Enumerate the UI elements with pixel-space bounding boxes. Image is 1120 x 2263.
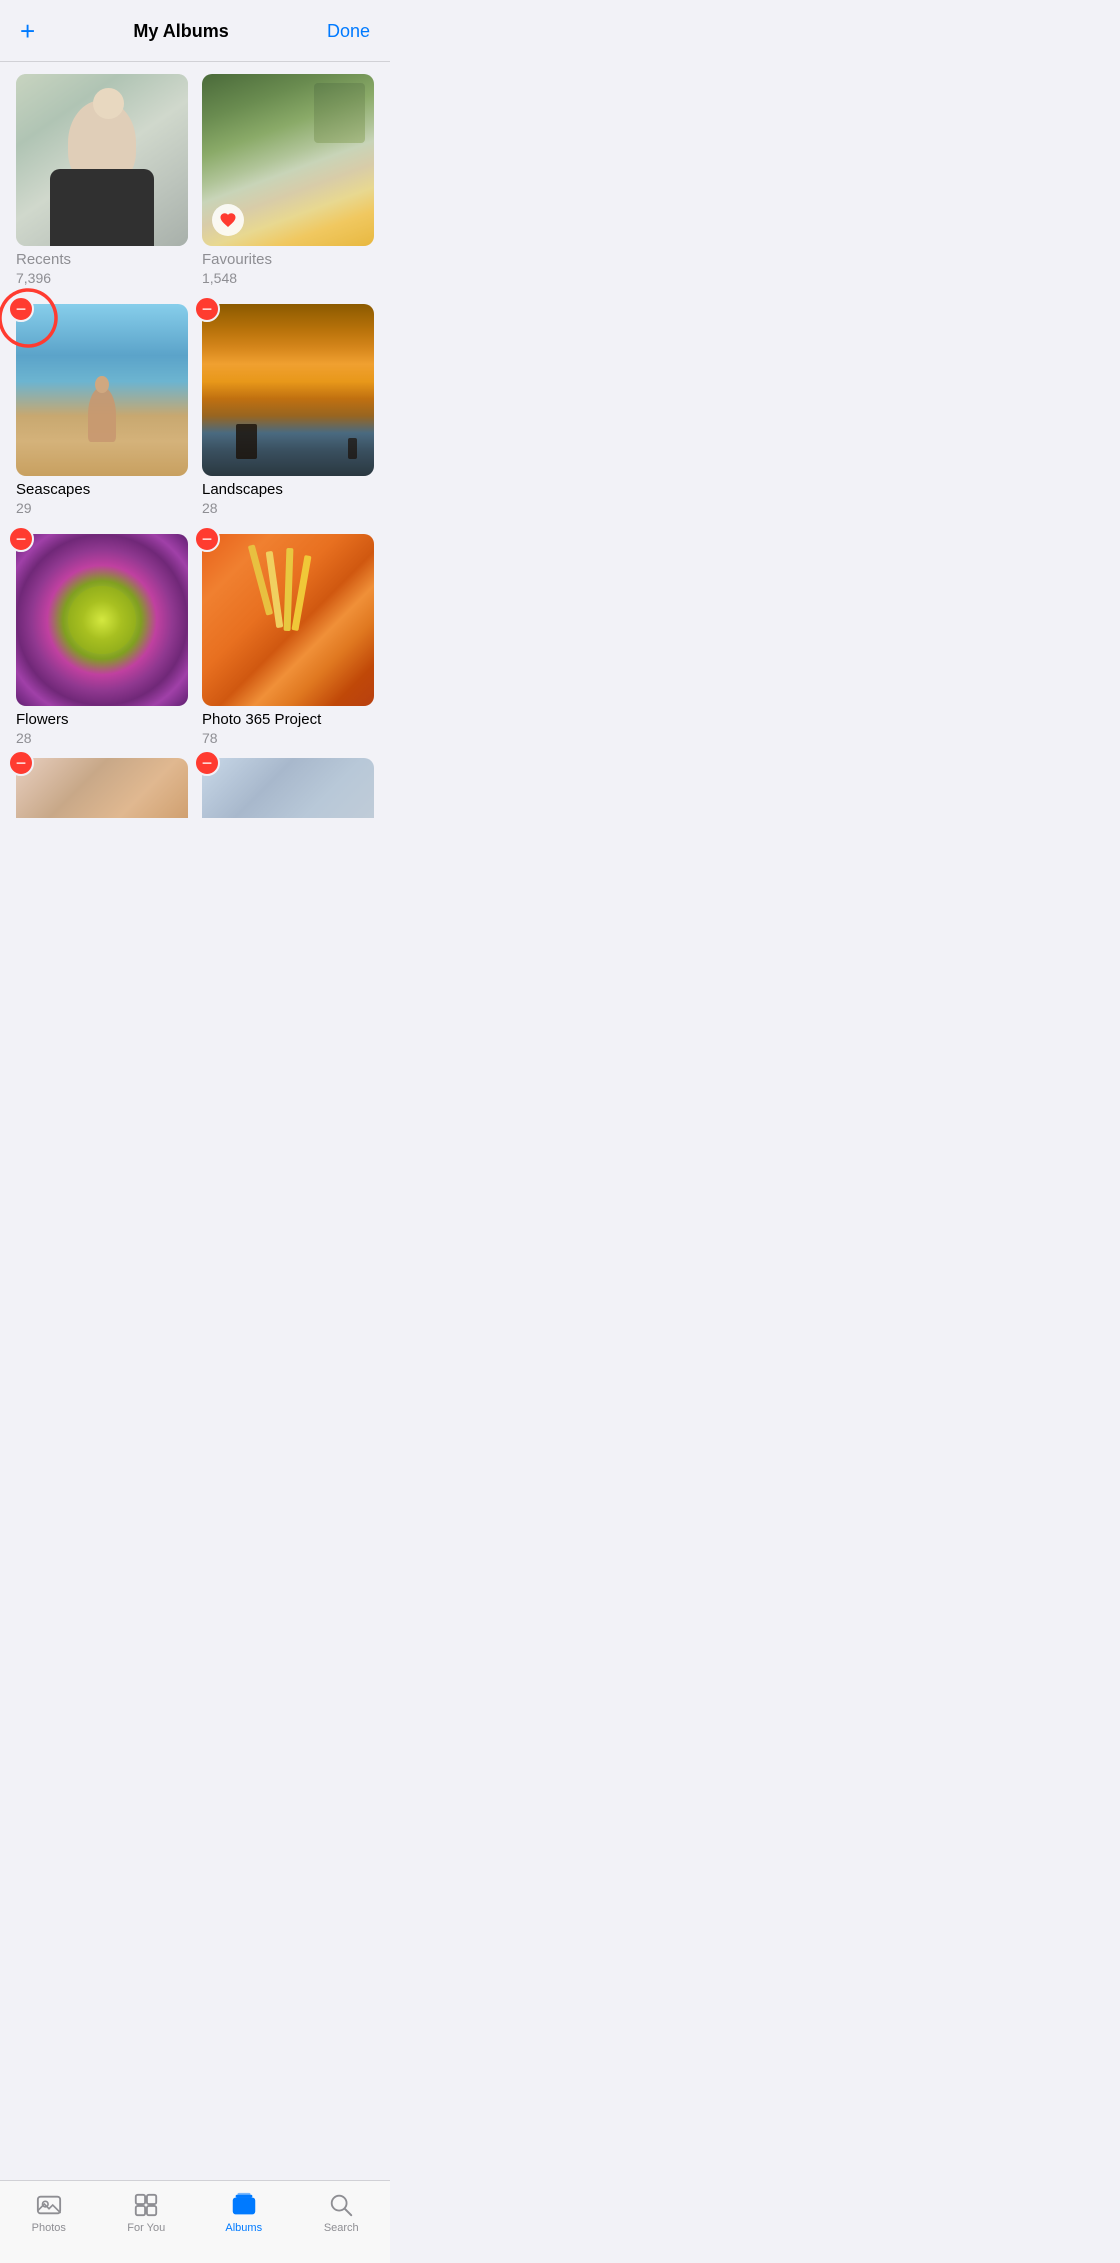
delete-button-photo365[interactable]: −: [194, 526, 220, 552]
album-favourites[interactable]: Favourites 1,548: [202, 74, 374, 298]
tab-for-you-label: For You: [127, 2222, 165, 2234]
tab-for-you[interactable]: For You: [106, 2191, 186, 2234]
album-partial-left[interactable]: −: [16, 758, 188, 818]
tab-albums[interactable]: Albums: [204, 2191, 284, 2234]
photos-icon: [35, 2191, 63, 2219]
album-thumbnail-photo365: [202, 534, 374, 706]
album-name-photo365: Photo 365 Project: [202, 711, 374, 728]
page-title: My Albums: [133, 21, 228, 42]
album-name-recents: Recents: [16, 251, 188, 268]
album-count-recents: 7,396: [16, 270, 188, 286]
album-count-favourites: 1,548: [202, 270, 374, 286]
album-thumbnail-recents: [16, 74, 188, 246]
delete-button-partial-left[interactable]: −: [8, 750, 34, 776]
album-photo365[interactable]: − Photo 365 Project 78: [202, 534, 374, 758]
album-landscapes[interactable]: − Landscapes 28: [202, 304, 374, 528]
album-thumbnail-landscapes: [202, 304, 374, 476]
album-name-flowers: Flowers: [16, 711, 188, 728]
tab-photos-label: Photos: [32, 2222, 66, 2234]
search-icon: [327, 2191, 355, 2219]
album-name-favourites: Favourites: [202, 251, 374, 268]
album-count-flowers: 28: [16, 730, 188, 746]
done-button[interactable]: Done: [327, 21, 370, 42]
partial-albums-row: − −: [0, 758, 390, 818]
heart-badge-favourites: [212, 204, 244, 236]
album-thumb-partial-left: [16, 758, 188, 818]
delete-button-partial-right[interactable]: −: [194, 750, 220, 776]
album-recents[interactable]: Recents 7,396: [16, 74, 188, 298]
album-thumbnail-seascapes: [16, 304, 188, 476]
album-name-landscapes: Landscapes: [202, 481, 374, 498]
tab-search-label: Search: [324, 2222, 359, 2234]
album-flowers[interactable]: − Flowers 28: [16, 534, 188, 758]
tab-search[interactable]: Search: [301, 2191, 381, 2234]
album-partial-right[interactable]: −: [202, 758, 374, 818]
add-button[interactable]: +: [20, 16, 35, 47]
album-seascapes[interactable]: − Seascapes 29: [16, 304, 188, 528]
tab-photos[interactable]: Photos: [9, 2191, 89, 2234]
header: + My Albums Done: [0, 0, 390, 62]
album-thumbnail-flowers: [16, 534, 188, 706]
tab-albums-label: Albums: [225, 2222, 262, 2234]
albums-icon: [230, 2191, 258, 2219]
album-thumbnail-favourites: [202, 74, 374, 246]
tab-bar: Photos For You Albums: [0, 2180, 390, 2263]
delete-button-landscapes[interactable]: −: [194, 296, 220, 322]
album-count-photo365: 78: [202, 730, 374, 746]
album-thumb-partial-right: [202, 758, 374, 818]
delete-button-seascapes[interactable]: −: [8, 296, 34, 322]
album-count-landscapes: 28: [202, 500, 374, 516]
albums-grid: Recents 7,396 Favourites 1,548 −: [0, 62, 390, 758]
delete-button-flowers[interactable]: −: [8, 526, 34, 552]
album-count-seascapes: 29: [16, 500, 188, 516]
album-name-seascapes: Seascapes: [16, 481, 188, 498]
for-you-icon: [132, 2191, 160, 2219]
